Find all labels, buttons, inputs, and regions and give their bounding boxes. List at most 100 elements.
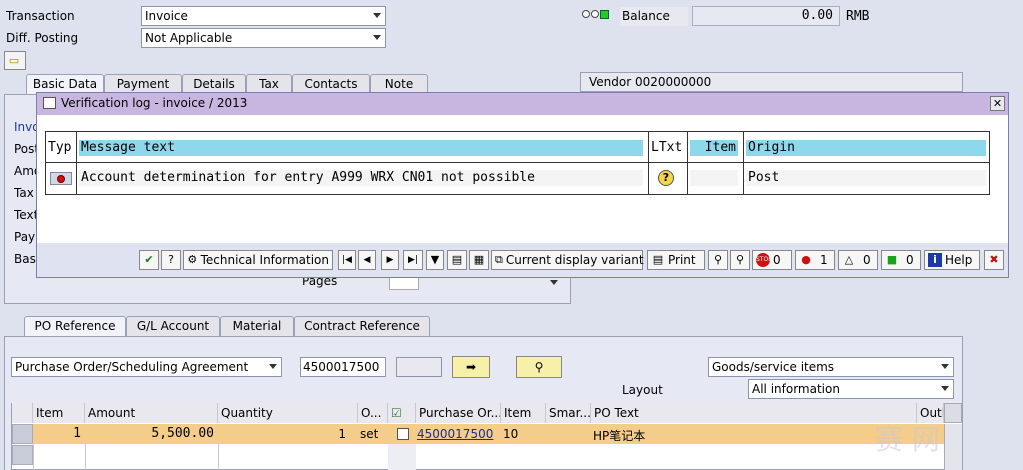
document-icon [43,97,56,109]
balance-value: 0.00 [692,6,840,26]
success-count: 0 [906,253,914,267]
column-settings-button[interactable] [944,403,962,423]
checkbox-column-icon: ☑ [391,406,402,420]
reference-type-value: Purchase Order/Scheduling Agreement [15,360,249,374]
items-type-value: Goods/service items [712,360,835,374]
current-display-variant-button[interactable]: ⧉ Current display variant [491,250,644,270]
col-header-message: Message text [79,140,643,156]
help-text-button[interactable]: i Help [924,250,980,270]
more-search-button[interactable]: ⚲ [516,356,562,378]
previous-page-button[interactable]: ◀ [358,250,376,270]
stop-messages-button[interactable]: STOP 0 [752,250,792,270]
row-selector[interactable] [12,424,33,444]
warning-messages-button[interactable]: △ 0 [838,250,878,270]
next-page-button[interactable]: ▶ [381,250,399,270]
tab-tax[interactable]: Tax [246,74,292,94]
col-header-item: Item [690,140,738,156]
technical-information-button[interactable]: ⚙ Technical Information [183,250,333,270]
error-messages-button[interactable]: ● 1 [795,250,835,270]
first-page-icon: |◀ [342,255,352,265]
find-next-button[interactable]: ⚲ [730,250,750,270]
filter-icon: ▼ [430,253,440,266]
question-icon: ? [168,253,174,266]
transfer-po-button[interactable]: ➡ [452,356,490,378]
technical-information-label: Technical Information [200,253,329,267]
help-button[interactable]: ? [161,250,181,270]
layout-select[interactable]: All information [748,379,954,399]
print-label: Print [668,253,696,267]
diff-posting-label: Diff. Posting [6,31,79,45]
col-header-quantity[interactable]: Quantity [218,403,358,423]
filter-button[interactable]: ▼ [426,250,444,270]
col-header-purchase-order[interactable]: Purchase Or... [416,403,501,423]
print-button[interactable]: ▤ Print [647,250,705,270]
next-icon: ▶ [386,255,394,265]
binoculars-icon: ⚲ [713,253,723,266]
tab-contacts[interactable]: Contacts [292,74,370,94]
vertical-scrollbar[interactable] [944,424,962,470]
chevron-down-icon [373,35,381,40]
tab-po-reference[interactable]: PO Reference [24,316,126,336]
col-header-item[interactable]: Item [33,403,85,423]
chevron-down-icon[interactable] [550,280,558,285]
transaction-label: Transaction [6,9,75,23]
cancel-button[interactable]: ✖ [984,250,1004,270]
layout-label: Layout [622,383,663,397]
col-header-order-unit[interactable]: O... [358,403,388,423]
tab-gl-account[interactable]: G/L Account [126,316,220,336]
reference-type-select[interactable]: Purchase Order/Scheduling Agreement [11,357,282,377]
col-header-po-text[interactable]: PO Text [591,403,917,423]
error-status-icon [50,172,72,185]
currency-label: RMB [846,9,870,24]
log-row[interactable]: Account determination for entry A999 WRX… [46,163,989,194]
left-field-strip: Invo Post Amo Tax Text Payn Base [8,114,43,274]
diff-posting-value: Not Applicable [145,31,233,45]
layout-value: All information [752,382,840,396]
po-item-input[interactable] [396,357,442,377]
layout-button[interactable]: ▦ [469,250,489,270]
chevron-down-icon [941,364,949,369]
last-page-button[interactable]: ▶| [403,250,423,270]
log-message: Account determination for entry A999 WRX… [79,170,643,186]
col-header-po-item[interactable]: Item [501,403,546,423]
transaction-select[interactable]: Invoice [141,6,386,26]
current-display-variant-label: Current display variant [505,253,644,267]
tab-payment[interactable]: Payment [104,74,182,94]
confirm-button[interactable]: ✔ [139,250,159,270]
col-header-smart-number[interactable]: Smar... [546,403,591,423]
print-preview-button[interactable]: ▤ [447,250,467,270]
close-icon[interactable]: ✕ [990,96,1005,111]
row-purchase-order-link[interactable]: 4500017500 [417,427,501,441]
folder-icon: ▭ [8,54,20,67]
diff-posting-select[interactable]: Not Applicable [141,28,386,48]
watermark: 赛 网 [875,423,940,456]
table-row[interactable]: 1 5,500.00 1 set 4500017500 10 HP笔记本 [33,424,944,444]
col-header-origin: Origin [746,140,986,156]
layout-icon: ▦ [473,253,485,266]
binoculars-icon: ⚲ [534,360,544,374]
row-checkbox[interactable] [397,428,409,440]
vendor-panel-title: Vendor 0020000000 [580,72,963,92]
tab-material[interactable]: Material [220,316,294,336]
col-header-select[interactable]: ☑ [388,403,416,423]
tab-details[interactable]: Details [182,74,246,94]
chevron-down-icon [373,13,381,18]
find-button[interactable]: ⚲ [708,250,728,270]
long-text-help-icon[interactable]: ? [658,170,674,186]
arrow-right-icon: ➡ [465,360,477,374]
success-messages-button[interactable]: ■ 0 [881,250,921,270]
tab-note[interactable]: Note [370,74,428,94]
tab-contract-reference[interactable]: Contract Reference [294,316,430,336]
dialog-title: Verification log - invoice / 2013 [61,96,248,110]
col-header-amount[interactable]: Amount [85,403,218,423]
select-all-corner[interactable] [12,403,33,423]
text-label: Text [14,208,39,222]
row-selector[interactable] [12,445,33,465]
expand-header-button[interactable]: ▭ [4,51,26,70]
success-icon: ■ [886,253,898,266]
first-page-button[interactable]: |◀ [338,250,356,270]
tab-basic-data[interactable]: Basic Data [26,74,104,94]
items-type-select[interactable]: Goods/service items [708,357,954,377]
col-header-ltxt: LTxt [651,140,683,155]
po-number-input[interactable]: 4500017500 [300,357,386,377]
